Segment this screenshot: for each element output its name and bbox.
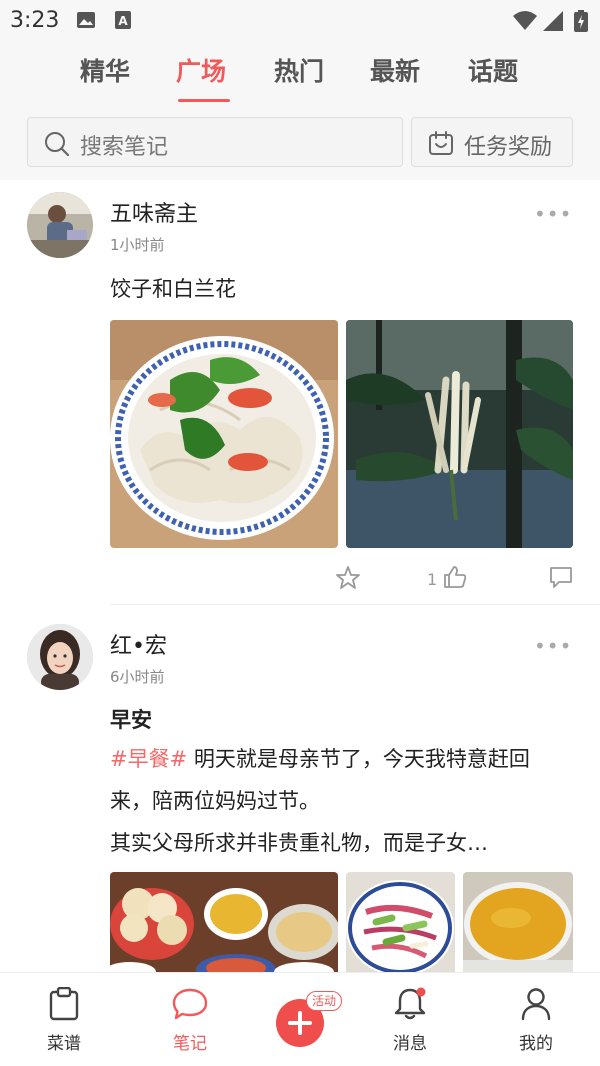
- event-badge: 活动: [306, 991, 343, 1011]
- millet-porridge-photo[interactable]: [463, 872, 573, 972]
- top-area: 精华 广场 热门 最新 话题 搜索笔记 任务奖励: [0, 40, 600, 180]
- search-placeholder: 搜索笔记: [80, 135, 169, 160]
- tab-remen[interactable]: 热门: [274, 52, 324, 88]
- favorite-star-icon[interactable]: [335, 565, 361, 595]
- nav-recipes[interactable]: 菜谱: [14, 973, 114, 1066]
- avatar[interactable]: [27, 624, 93, 690]
- nav-label: 消息: [393, 1034, 427, 1054]
- post-card: 五味斋主 1小时前 ••• 饺子和白兰花 1: [0, 180, 600, 605]
- like-thumb-icon[interactable]: [442, 564, 468, 594]
- post-divider: [110, 604, 600, 605]
- search-icon: [44, 131, 70, 161]
- like-count: 1: [427, 570, 438, 589]
- tab-guangchang[interactable]: 广场: [176, 52, 226, 88]
- post-text-segment: 明天就是母亲节了，今天我特意赶回: [193, 747, 530, 771]
- hashtag-link[interactable]: #早餐#: [110, 747, 187, 771]
- task-reward-button[interactable]: 任务奖励: [411, 117, 573, 167]
- white-orchid-flower-photo[interactable]: [346, 320, 573, 548]
- post-text: #早餐# 明天就是母亲节了，今天我特意赶回 来，陪两位妈妈过节。 其实父母所求并…: [110, 738, 580, 864]
- more-options-icon[interactable]: •••: [534, 634, 572, 658]
- tab-huati[interactable]: 话题: [468, 52, 518, 88]
- post-text-line: 其实父母所求并非贵重礼物，而是子女…: [110, 831, 488, 855]
- add-icon: [298, 1011, 302, 1035]
- dumplings-photo[interactable]: [110, 320, 338, 548]
- post-text: 饺子和白兰花: [110, 277, 236, 301]
- nav-label: 我的: [519, 1034, 553, 1054]
- author-name[interactable]: 红•宏: [110, 628, 167, 660]
- svg-text:A: A: [118, 14, 128, 28]
- author-name[interactable]: 五味斋主: [110, 196, 198, 228]
- nav-notes[interactable]: 笔记: [140, 973, 240, 1066]
- battery-charging-icon: [574, 10, 588, 36]
- image-icon: [76, 10, 96, 34]
- post-text-line: 来，陪两位妈妈过节。: [110, 789, 320, 813]
- active-tab-indicator: [178, 99, 230, 102]
- nav-profile[interactable]: 我的: [486, 973, 586, 1066]
- nav-messages[interactable]: 消息: [360, 973, 460, 1066]
- person-icon: [520, 987, 552, 1025]
- post-title: 早安: [110, 708, 152, 732]
- a-notification-icon: A: [114, 10, 132, 34]
- nav-label: 菜谱: [47, 1034, 81, 1054]
- wifi-icon: [512, 10, 538, 36]
- gift-calendar-icon: [428, 130, 454, 160]
- more-options-icon[interactable]: •••: [534, 202, 572, 226]
- post-time: 1小时前: [110, 236, 165, 254]
- tab-jinghua[interactable]: 精华: [80, 52, 130, 88]
- task-reward-label: 任务奖励: [464, 135, 553, 160]
- post-text-line: #早餐# 明天就是母亲节了，今天我特意赶回: [110, 738, 580, 780]
- status-bar: 3:23 A: [0, 0, 600, 40]
- post-card: 红•宏 6小时前 ••• 早安 #早餐# 明天就是母亲节了，今天我特意赶回 来，…: [0, 612, 600, 972]
- nav-label: 笔记: [173, 1034, 207, 1054]
- status-time: 3:23: [10, 8, 60, 33]
- chat-bubble-icon: [172, 987, 208, 1025]
- salad-plate-photo[interactable]: [346, 872, 455, 972]
- avatar[interactable]: [27, 192, 93, 258]
- tab-bar: 精华 广场 热门 最新 话题: [0, 52, 600, 102]
- signal-icon: [542, 10, 564, 36]
- bottom-nav: 菜谱 笔记 活动 消息 我的: [0, 972, 600, 1066]
- comment-icon[interactable]: [549, 565, 573, 593]
- bell-icon: [392, 987, 428, 1025]
- tab-zuixin[interactable]: 最新: [370, 52, 420, 88]
- breakfast-table-photo[interactable]: [110, 872, 338, 972]
- clipboard-icon: [48, 986, 80, 1025]
- search-input[interactable]: 搜索笔记: [27, 117, 403, 167]
- post-time: 6小时前: [110, 668, 165, 686]
